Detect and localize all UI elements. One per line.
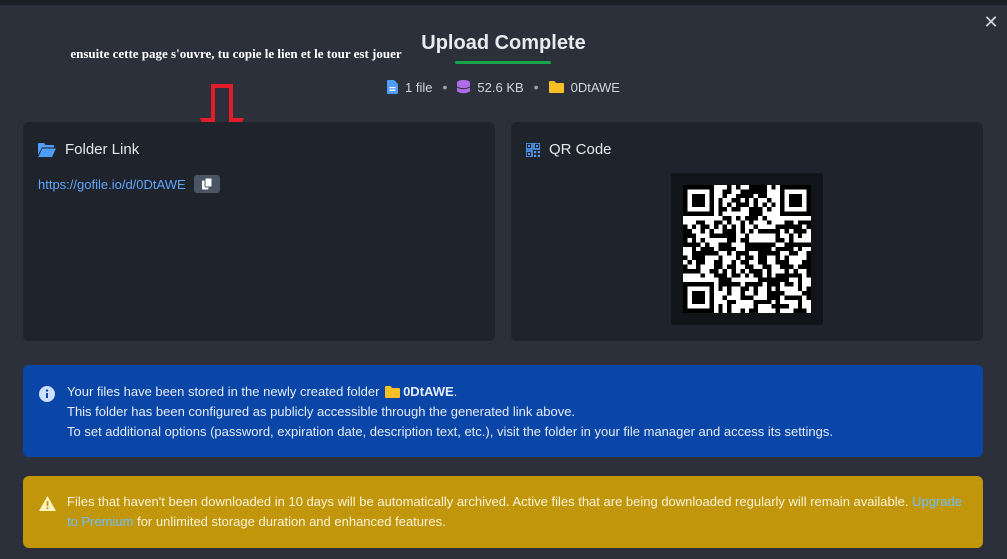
- warning-icon: [39, 496, 56, 511]
- database-icon: [457, 80, 471, 94]
- folder-link-url[interactable]: https://gofile.io/d/0DtAWE: [38, 177, 186, 192]
- copy-icon: [201, 178, 212, 190]
- title-underline: [455, 61, 551, 64]
- folder-icon: [385, 386, 401, 398]
- folder-name: 0DtAWE: [548, 79, 620, 95]
- info-alert: Your files have been stored in the newly…: [23, 365, 983, 457]
- copy-link-button[interactable]: [193, 175, 220, 193]
- separator-dot: •: [533, 79, 539, 95]
- warning-alert: Files that haven't been downloaded in 10…: [23, 476, 983, 548]
- info-line-1: Your files have been stored in the newly…: [67, 382, 963, 402]
- info-icon: [39, 386, 55, 402]
- warning-alert-text: Files that haven't been downloaded in 10…: [67, 492, 963, 532]
- qr-code-header: QR Code: [526, 141, 612, 158]
- separator-dot: •: [442, 79, 448, 95]
- file-count-text: 1 file: [405, 79, 433, 95]
- info-line-2: This folder has been configured as publi…: [67, 404, 576, 419]
- qr-code-card: QR Code: [511, 122, 983, 341]
- folder-link-title: Folder Link: [65, 141, 140, 158]
- upload-meta: 1 file • 52.6 KB • 0DtAWE: [0, 79, 1007, 95]
- qr-code-image: [683, 185, 811, 313]
- total-size-text: 52.6 KB: [477, 79, 524, 95]
- folder-link-header: Folder Link: [38, 141, 139, 158]
- info-line-1-suffix: .: [453, 384, 458, 399]
- info-line-1-prefix: Your files have been stored in the newly…: [67, 384, 380, 399]
- folder-name-text: 0DtAWE: [570, 79, 620, 95]
- folder-link-card: Folder Link https://gofile.io/d/0DtAWE: [23, 122, 495, 341]
- folder-link-row: https://gofile.io/d/0DtAWE: [38, 175, 220, 193]
- folder-open-icon: [38, 142, 56, 157]
- close-icon[interactable]: ✕: [983, 13, 999, 31]
- folder-icon: [548, 81, 564, 93]
- qrcode-icon: [526, 142, 540, 157]
- warning-text-before: Files that haven't been downloaded in 10…: [67, 494, 909, 509]
- file-count: 1 file: [387, 79, 433, 95]
- file-icon: [387, 80, 399, 94]
- info-line-3: To set additional options (password, exp…: [67, 424, 833, 439]
- qr-code-frame: [671, 173, 823, 325]
- modal-title: Upload Complete: [421, 32, 586, 54]
- warning-text-after: for unlimited storage duration and enhan…: [137, 514, 446, 529]
- qr-code-title: QR Code: [549, 141, 612, 158]
- total-size: 52.6 KB: [457, 79, 524, 95]
- top-bar: [0, 0, 1007, 5]
- info-folder-name: 0DtAWE: [403, 384, 454, 399]
- info-alert-text: Your files have been stored in the newly…: [67, 382, 963, 442]
